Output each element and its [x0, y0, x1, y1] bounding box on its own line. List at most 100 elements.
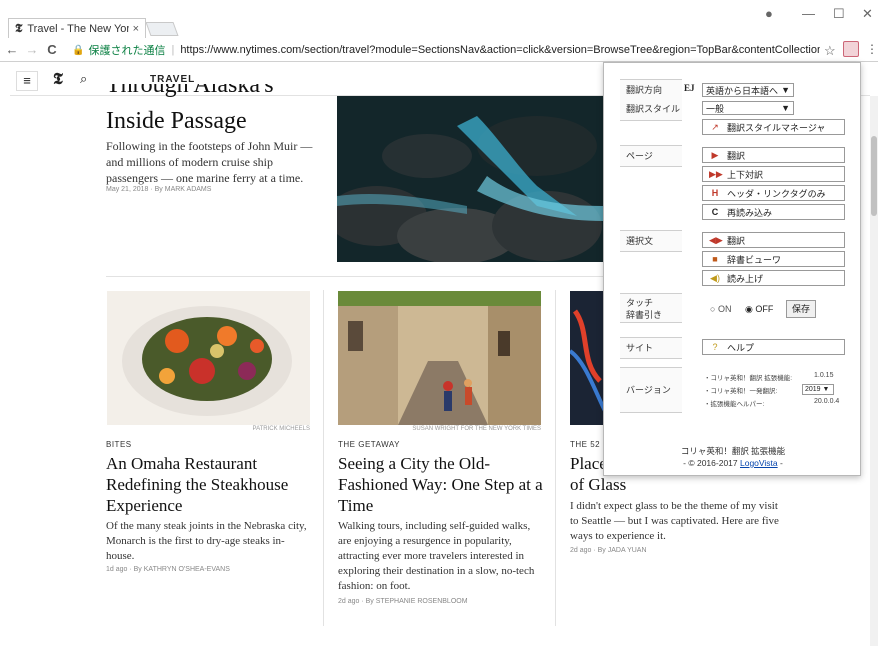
bookmark-star-icon[interactable]: ☆ — [824, 43, 836, 59]
address-bar: ← → C 🔒 保護された通信 | https://www.nytimes.co… — [0, 38, 878, 62]
waterfall-photo — [337, 96, 603, 262]
tab-bar: 𝕿 Travel - The New York Tim × ● — ☐ ✕ — [0, 0, 878, 38]
read-aloud-label: 読み上げ — [727, 273, 764, 284]
version-select[interactable]: 2019 ▼ — [802, 384, 834, 395]
card-summary: Walking tours, including self-guided wal… — [338, 520, 535, 592]
version-value: 20.0.0.4 — [814, 398, 840, 405]
dictionary-viewer-button[interactable]: ■ 辞書ビューワ — [702, 251, 845, 267]
page-header-links-label: ヘッダ・リンクタグのみ — [727, 188, 826, 199]
style-value: 一般 — [706, 103, 725, 114]
dictionary-icon: ■ — [712, 254, 718, 264]
site-label: サイト — [620, 337, 682, 359]
forward-button[interactable]: → — [24, 42, 40, 57]
direction-select[interactable]: 英語から日本語へ ▼ — [702, 83, 794, 97]
reload-icon: C — [711, 207, 719, 217]
selection-translate-label: 翻訳 — [727, 235, 746, 246]
style-manager-label: 翻訳スタイルマネージャ — [727, 122, 826, 133]
selection-translate-button[interactable]: ◀▶ 翻訳 — [702, 232, 845, 248]
page-translate-button[interactable]: ▶ 翻訳 — [702, 147, 845, 163]
secure-label: 保護された通信 — [88, 45, 166, 57]
touch-on-radio[interactable]: ○ ON — [710, 304, 731, 314]
card-headline-line2[interactable]: of Glass — [570, 474, 626, 495]
lock-icon: 🔒 — [72, 44, 85, 56]
page-header-links-button[interactable]: H ヘッダ・リンクタグのみ — [702, 185, 845, 201]
chevron-down-icon: ▼ — [781, 85, 790, 95]
close-window-button[interactable]: ✕ — [862, 6, 873, 22]
footer-product: コリャ英和！翻訳 拡張機能 — [680, 446, 786, 456]
style-manager-icon: ↗ — [711, 121, 719, 132]
card-byline: 1d ago · By KATHRYN O'SHEA-EVANS — [106, 566, 230, 573]
page-reload-label: 再読み込み — [727, 207, 773, 218]
card-headline[interactable]: An Omaha Restaurant Redefining the Steak… — [106, 453, 316, 516]
page-scrollbar[interactable] — [870, 96, 878, 646]
street-image[interactable] — [338, 291, 541, 425]
card-summary: Of the many steak joints in the Nebraska… — [106, 520, 307, 562]
card-headline[interactable]: Seeing a City the Old-Fashioned Way: One… — [338, 453, 548, 516]
dictionary-viewer-label: 辞書ビューワ — [727, 254, 782, 265]
lead-headline[interactable]: Inside Passage — [106, 108, 247, 134]
nyt-favicon-icon: 𝕿 — [15, 21, 23, 35]
double-play-icon: ▶▶ — [709, 168, 723, 179]
help-label: ヘルプ — [727, 342, 755, 353]
tab-close-icon[interactable]: × — [133, 23, 139, 35]
direction-value: 英語から日本語へ — [706, 85, 779, 96]
touch-label-line1: タッチ — [626, 298, 654, 308]
nyt-logo[interactable]: 𝕿 — [53, 69, 63, 89]
help-button[interactable]: ? ヘルプ — [702, 339, 845, 355]
logovista-link[interactable]: LogoVista — [740, 458, 778, 468]
url-field[interactable]: 🔒 保護された通信 | https://www.nytimes.com/sect… — [72, 40, 820, 60]
selection-label: 選択文 — [620, 230, 682, 252]
help-icon: ? — [712, 342, 718, 352]
column-divider — [323, 290, 324, 626]
lead-summary: Following in the footsteps of John Muir … — [106, 139, 313, 185]
tab-title: Travel - The New York Tim — [27, 22, 129, 35]
play-icon: ▶ — [711, 149, 719, 160]
version-label: バージョン — [620, 367, 682, 413]
browser-menu-icon[interactable]: ⋮ — [866, 42, 878, 56]
back-button[interactable]: ← — [4, 42, 20, 57]
hamburger-menu-icon[interactable]: ≡ — [16, 71, 38, 91]
browser-tab[interactable]: 𝕿 Travel - The New York Tim × — [8, 18, 146, 38]
new-tab-button[interactable] — [145, 22, 179, 36]
reload-button[interactable]: C — [44, 42, 60, 57]
version-name: ・コリャ英和！一発翻訳: — [704, 388, 778, 395]
search-icon[interactable]: ⌕ — [80, 71, 87, 87]
photo-credit: PATRICK MICHEELS — [252, 426, 310, 432]
food-photo — [107, 291, 310, 425]
selection-translate-icon: ◀▶ — [709, 234, 723, 245]
translation-panel: 翻訳方向 EJ 英語から日本語へ ▼ 翻訳スタイル 一般 ▼ ↗ 翻訳スタイルマネージ… — [603, 62, 861, 476]
url-separator: | — [171, 44, 175, 56]
card-kicker[interactable]: BITES — [106, 440, 132, 449]
direction-label: 翻訳方向 — [620, 79, 682, 101]
page-reload-button[interactable]: C 再読み込み — [702, 204, 845, 220]
lead-byline: May 21, 2018 · By MARK ADAMS — [106, 186, 212, 193]
profile-icon[interactable]: ● — [765, 6, 773, 21]
street-photo — [338, 291, 541, 425]
maximize-button[interactable]: ☐ — [833, 6, 845, 22]
page-bilingual-label: 上下対訳 — [727, 169, 764, 180]
save-button[interactable]: 保存 — [786, 300, 816, 318]
page-translate-label: 翻訳 — [727, 150, 746, 161]
column-divider — [555, 290, 556, 626]
page-label: ページ — [620, 145, 682, 167]
touch-off-radio[interactable]: ◉ OFF — [745, 304, 773, 315]
card-headline-line1[interactable]: Place — [570, 453, 607, 474]
card-summary: I didn't expect glass to be the theme of… — [570, 500, 779, 542]
footer-copyright: - © 2016-2017 LogoVista - — [683, 458, 783, 468]
lead-headline-partial[interactable]: Through Alaska's — [106, 84, 274, 98]
style-manager-button[interactable]: ↗ 翻訳スタイルマネージャ — [702, 119, 845, 135]
photo-credit: SUSAN WRIGHT FOR THE NEW YORK TIMES — [412, 426, 541, 432]
chevron-down-icon: ▼ — [781, 103, 790, 113]
page-bilingual-button[interactable]: ▶▶ 上下対訳 — [702, 166, 845, 182]
food-image[interactable] — [107, 291, 310, 425]
version-value: 1.0.15 — [814, 372, 834, 379]
read-aloud-button[interactable]: ◀) 読み上げ — [702, 270, 845, 286]
scrollbar-thumb[interactable] — [871, 136, 877, 216]
url-text: https://www.nytimes.com/section/travel?m… — [180, 44, 820, 56]
translate-extension-icon[interactable] — [843, 41, 859, 57]
ej-icon: EJ — [684, 83, 695, 93]
card-kicker[interactable]: THE GETAWAY — [338, 440, 400, 449]
minimize-button[interactable]: — — [802, 6, 815, 21]
style-select[interactable]: 一般 ▼ — [702, 101, 794, 115]
waterfall-image[interactable] — [337, 96, 603, 262]
